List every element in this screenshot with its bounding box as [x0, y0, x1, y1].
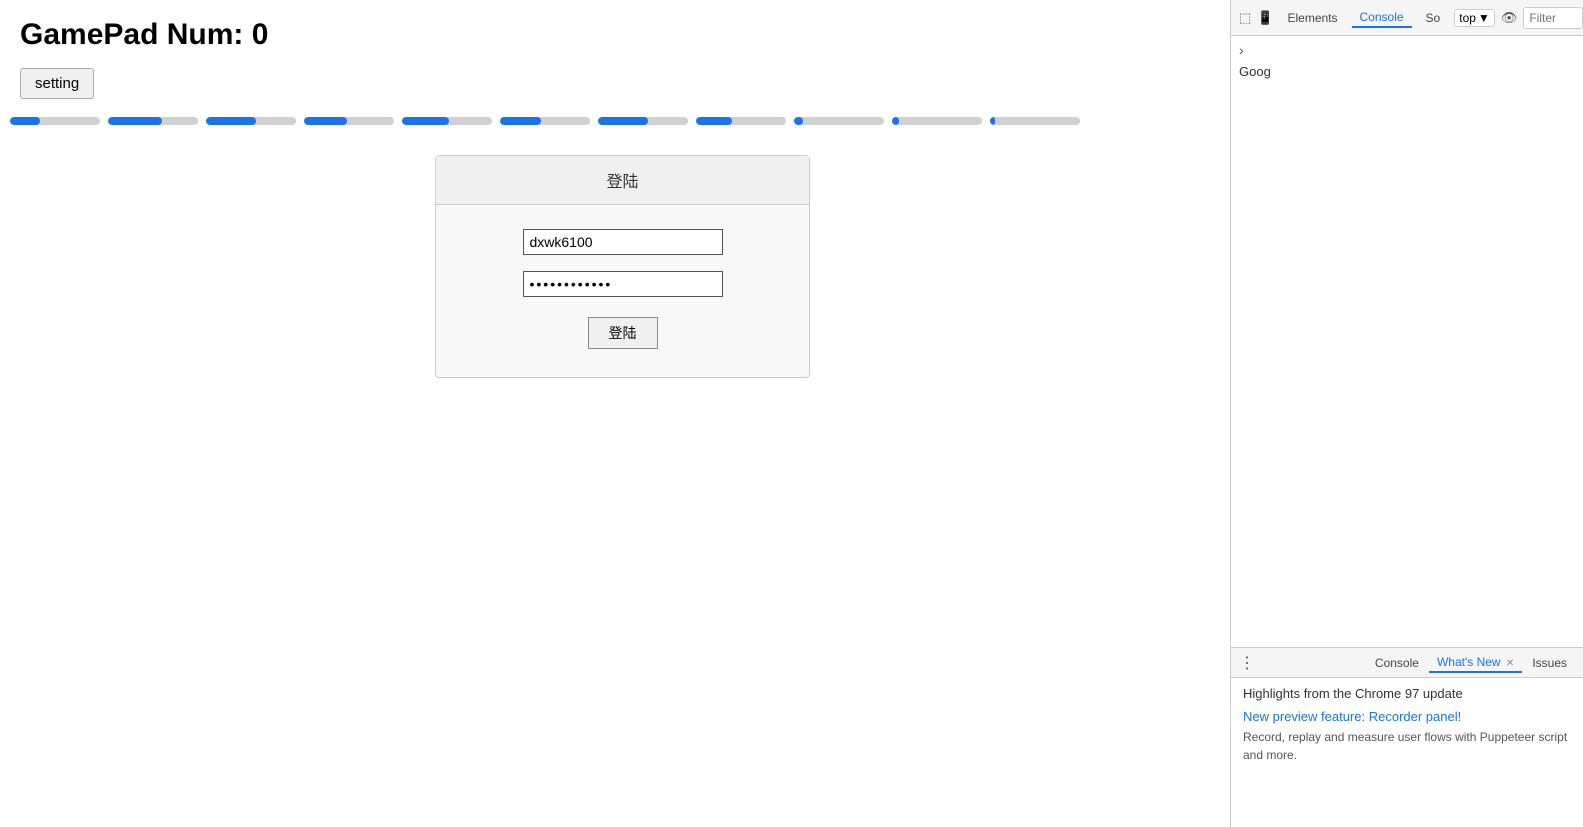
- login-submit-button[interactable]: 登陆: [588, 317, 658, 349]
- slider-item[interactable]: [892, 117, 982, 125]
- setting-button[interactable]: setting: [20, 68, 94, 99]
- slider-item[interactable]: [696, 117, 786, 125]
- chevron-right-icon: ›: [1239, 40, 1575, 60]
- username-field[interactable]: [523, 229, 723, 255]
- devtools-bottom-panel: ⋮ Console What's New ✕ Issues Highlights…: [1231, 647, 1583, 827]
- tab-elements[interactable]: Elements: [1279, 9, 1345, 27]
- slider-item[interactable]: [500, 117, 590, 125]
- login-body: 登陆: [436, 205, 809, 377]
- gamepad-title: GamePad Num: 0: [0, 0, 1230, 62]
- slider-item[interactable]: [108, 117, 198, 125]
- slider-item[interactable]: [402, 117, 492, 125]
- close-whats-new-icon[interactable]: ✕: [1506, 658, 1514, 669]
- device-icon[interactable]: 📱: [1257, 8, 1273, 28]
- inspect-icon[interactable]: ⬚: [1239, 8, 1251, 28]
- devtools-panel: ⬚ 📱 Elements Console So top ▼ 👁 › Goog ⋮…: [1230, 0, 1583, 827]
- bottom-tabs: ⋮ Console What's New ✕ Issues: [1231, 648, 1583, 678]
- main-page: GamePad Num: 0 setting 登陆 登陆: [0, 0, 1230, 827]
- devtools-content: › Goog: [1231, 36, 1583, 647]
- slider-item[interactable]: [598, 117, 688, 125]
- tab-whats-new[interactable]: What's New ✕: [1429, 653, 1522, 673]
- sliders-row: [0, 107, 1230, 135]
- slider-item[interactable]: [10, 117, 100, 125]
- slider-item[interactable]: [304, 117, 394, 125]
- login-modal: 登陆 登陆: [435, 155, 810, 378]
- top-label: top: [1459, 11, 1476, 25]
- tab-sources[interactable]: So: [1418, 9, 1449, 27]
- devtools-toolbar: ⬚ 📱 Elements Console So top ▼ 👁: [1231, 0, 1583, 36]
- slider-item[interactable]: [794, 117, 884, 125]
- password-field[interactable]: [523, 271, 723, 297]
- new-feature-title[interactable]: New preview feature: Recorder panel!: [1243, 709, 1571, 724]
- slider-item[interactable]: [206, 117, 296, 125]
- top-selector[interactable]: top ▼: [1454, 9, 1495, 27]
- whats-new-highlight: Highlights from the Chrome 97 update: [1243, 686, 1571, 701]
- dots-menu-icon[interactable]: ⋮: [1239, 653, 1255, 673]
- goog-text: Goog: [1239, 60, 1575, 83]
- login-header: 登陆: [436, 156, 809, 205]
- filter-input[interactable]: [1523, 7, 1583, 29]
- tab-console[interactable]: Console: [1352, 8, 1412, 28]
- slider-item[interactable]: [990, 117, 1080, 125]
- new-feature-desc: Record, replay and measure user flows wi…: [1243, 728, 1571, 764]
- bottom-content: Highlights from the Chrome 97 update New…: [1231, 678, 1583, 827]
- chevron-down-icon: ▼: [1478, 11, 1490, 25]
- eye-icon[interactable]: 👁: [1501, 8, 1518, 28]
- tab-issues[interactable]: Issues: [1524, 654, 1575, 672]
- tab-console-bottom[interactable]: Console: [1367, 654, 1427, 672]
